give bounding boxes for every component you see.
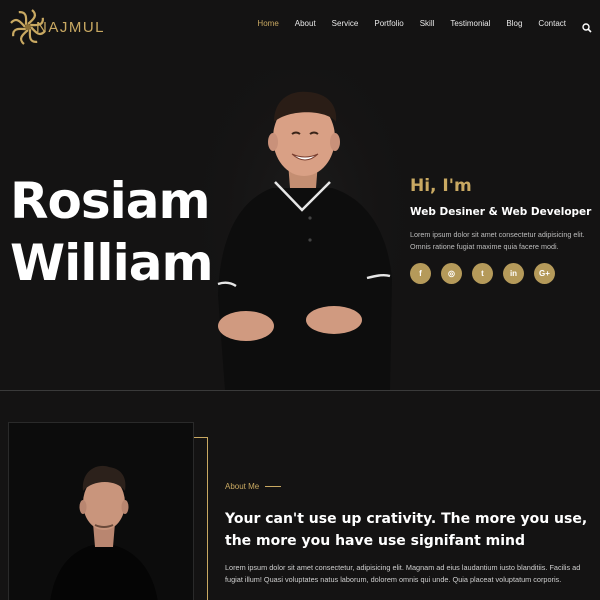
- about-heading: Your can't use up crativity. The more yo…: [225, 511, 588, 549]
- hero-intro: Hi, I'm Web Desiner & Web Developer Lore…: [410, 176, 600, 284]
- facebook-icon[interactable]: f: [410, 263, 431, 284]
- nav-item-about[interactable]: About: [295, 19, 316, 28]
- about-label: About Me: [225, 482, 282, 491]
- twitter-icon[interactable]: t: [472, 263, 493, 284]
- nav-item-home[interactable]: Home: [257, 19, 278, 28]
- hero-portrait-image: [200, 70, 405, 390]
- hero-greeting: Hi, I'm: [410, 176, 472, 196]
- google-plus-icon[interactable]: G+: [534, 263, 555, 284]
- nav-item-skill[interactable]: Skill: [420, 19, 435, 28]
- hero-section: Rosiam William Hi, I'm Web Desiner & Web…: [0, 52, 600, 390]
- linkedin-icon[interactable]: in: [503, 263, 524, 284]
- nav-item-service[interactable]: Service: [332, 19, 359, 28]
- search-icon[interactable]: [582, 18, 592, 33]
- site-header: NAJMUL Home About Service Portfolio Skil…: [0, 0, 600, 52]
- about-label-line: [265, 486, 282, 487]
- hero-last-name: William: [10, 234, 214, 292]
- instagram-icon[interactable]: ◎: [441, 263, 462, 284]
- about-label-text: About Me: [225, 482, 260, 491]
- nav-item-contact[interactable]: Contact: [538, 19, 566, 28]
- hero-name: Rosiam William: [10, 170, 214, 294]
- section-divider: [0, 390, 600, 391]
- main-nav: Home About Service Portfolio Skill Testi…: [241, 18, 592, 33]
- nav-item-portfolio[interactable]: Portfolio: [374, 19, 403, 28]
- nav-item-testimonial[interactable]: Testimonial: [450, 19, 490, 28]
- hero-first-name: Rosiam: [10, 172, 211, 230]
- nav-item-blog[interactable]: Blog: [506, 19, 522, 28]
- social-links: f ◎ t in G+: [410, 263, 600, 284]
- hero-role: Web Desiner & Web Developer: [410, 206, 592, 218]
- logo-text: NAJMUL: [36, 18, 106, 36]
- about-description: Lorem ipsum dolor sit amet consectetur, …: [225, 563, 581, 584]
- about-portrait-image: [8, 422, 194, 600]
- logo[interactable]: NAJMUL: [8, 6, 104, 48]
- hero-description: Lorem ipsum dolor sit amet consectetur a…: [410, 230, 585, 251]
